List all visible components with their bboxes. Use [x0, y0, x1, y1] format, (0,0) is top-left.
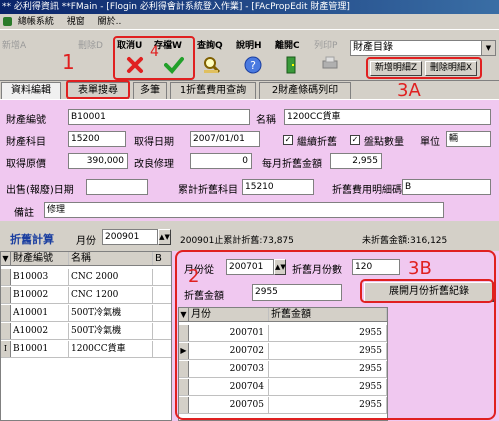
calc-month-input[interactable]: 200901	[102, 229, 158, 245]
note-input[interactable]: 修理	[44, 202, 444, 218]
help-button[interactable]: 說明H	[236, 39, 262, 53]
tab-depreciation-query[interactable]: 1折舊費用查詢	[170, 82, 256, 99]
table-row[interactable]: B10003 CNC 2000	[1, 269, 171, 286]
report-select-value: 財產目錄	[353, 42, 393, 53]
col-asset-no[interactable]: 財產編號	[11, 252, 69, 265]
menu-item-about[interactable]: 關於..	[98, 17, 122, 27]
row-name: 500T冷氣機	[69, 305, 153, 321]
improve-input[interactable]: 0	[190, 153, 252, 169]
row-asset-no: B10002	[11, 287, 69, 303]
col-name[interactable]: 名稱	[69, 252, 153, 265]
asset-no-input[interactable]: B10001	[68, 109, 250, 125]
name-label: 名稱	[256, 115, 276, 126]
annotation-3b: 3B	[408, 258, 432, 279]
table-row[interactable]: B10002 CNC 1200	[1, 287, 171, 304]
count-label: 盤點數量	[364, 137, 404, 148]
table-row[interactable]: I B10001 1200CC貨車	[1, 341, 171, 358]
annotation-box-1	[66, 80, 130, 99]
row-name: 1200CC貨車	[69, 341, 153, 357]
acc-subject-input[interactable]: 15210	[242, 179, 314, 195]
cost-label: 取得原價	[6, 159, 46, 170]
annotation-2: 2	[188, 266, 200, 287]
count-checkbox[interactable]: ✓	[350, 135, 360, 145]
grid-indicator-header: ▼	[1, 252, 11, 265]
app-icon	[3, 17, 12, 26]
menu-bar: 總帳系統 視窗 關於..	[0, 14, 499, 30]
row-name: CNC 2000	[69, 269, 153, 285]
add-button[interactable]: 新增A	[2, 39, 26, 53]
continue-dep-checkbox[interactable]: ✓	[283, 135, 293, 145]
table-row[interactable]: A10001 500T冷氣機	[1, 305, 171, 322]
row-indicator	[1, 305, 11, 321]
row-asset-no: B10001	[11, 341, 69, 357]
tab-barcode-print[interactable]: 2財產條碼列印	[259, 82, 351, 99]
row-indicator	[1, 269, 11, 285]
row-asset-no: B10003	[11, 269, 69, 285]
asset-form: 財產編號 B10001 名稱 1200CC貨車 財產科目 15200 取得日期 …	[0, 99, 499, 221]
annotation-1: 1	[62, 50, 75, 74]
report-select[interactable]: 財產目錄 ▼	[350, 40, 496, 56]
acq-date-label: 取得日期	[134, 137, 174, 148]
subject-input[interactable]: 15200	[68, 131, 126, 147]
acq-date-input[interactable]: 2007/01/01	[190, 131, 260, 147]
exit-button[interactable]: 離開C	[275, 39, 300, 53]
calc-title: 折舊計算	[10, 233, 54, 246]
unit-input[interactable]: 輛	[446, 131, 491, 147]
delete-button[interactable]: 刪除D	[78, 39, 103, 53]
table-row[interactable]: A10002 500T冷氣機	[1, 323, 171, 340]
improve-label: 改良修理	[134, 159, 174, 170]
row-asset-no: A10001	[11, 305, 69, 321]
acc-subject-label: 累計折舊科目	[178, 185, 238, 196]
remain-amount-text: 未折舊金額:316,125	[362, 236, 448, 246]
annotation-box-3b	[360, 279, 494, 303]
calc-month-spinner[interactable]: ▲▼	[158, 229, 171, 245]
annotation-box-2	[175, 250, 496, 420]
row-indicator	[1, 323, 11, 339]
annotation-box-3a	[366, 57, 482, 79]
row-asset-no: A10002	[11, 323, 69, 339]
help-globe-icon[interactable]: ?	[244, 56, 262, 74]
sale-date-input[interactable]	[86, 179, 148, 195]
monthly-label: 每月折舊金額	[262, 159, 322, 170]
menu-item-ledger[interactable]: 總帳系統	[18, 17, 54, 27]
subject-label: 財產科目	[6, 137, 46, 148]
window-title: ** 必利得資訊 **FMain - [Flogin 必利得會計系統登入作業] …	[0, 0, 499, 14]
row-name: CNC 1200	[69, 287, 153, 303]
exit-door-icon[interactable]	[283, 56, 299, 74]
unit-label: 單位	[420, 137, 440, 148]
name-input[interactable]: 1200CC貨車	[284, 109, 491, 125]
asset-grid-header: ▼ 財產編號 名稱 B	[1, 252, 171, 266]
tab-multi[interactable]: 多筆	[133, 82, 167, 99]
annotation-4: 4	[150, 44, 159, 60]
calc-bar: 折舊計算 月份 200901 ▲▼ 200901止累計折舊:73,875 未折舊…	[0, 221, 499, 251]
tab-data-edit[interactable]: 資料編輯	[1, 82, 61, 99]
sale-date-label: 出售(報廢)日期	[6, 185, 74, 196]
svg-text:?: ?	[250, 59, 256, 72]
asset-no-label: 財產編號	[6, 115, 46, 126]
col-extra[interactable]: B	[153, 252, 171, 265]
calc-month-label: 月份	[76, 236, 96, 247]
row-name: 500T冷氣機	[69, 323, 153, 339]
cost-input[interactable]: 390,000	[68, 153, 128, 169]
print-button[interactable]: 列印P	[314, 39, 337, 53]
accum-dep-text: 200901止累計折舊:73,875	[180, 236, 294, 246]
chevron-down-icon[interactable]: ▼	[481, 41, 495, 55]
query-button[interactable]: 查詢Q	[197, 39, 223, 53]
row-indicator: I	[1, 341, 11, 357]
menu-item-window[interactable]: 視窗	[67, 17, 85, 27]
note-label: 備註	[14, 208, 34, 219]
dep-detail-input[interactable]: B	[402, 179, 491, 195]
row-indicator	[1, 287, 11, 303]
query-magnifier-icon[interactable]	[202, 56, 222, 74]
asset-grid: ▼ 財產編號 名稱 B B10003 CNC 2000 B10002 CNC 1…	[0, 251, 172, 421]
dep-detail-label: 折舊費用明細碼	[332, 185, 402, 196]
continue-dep-label: 繼續折舊	[297, 137, 337, 148]
print-icon[interactable]	[322, 56, 338, 70]
monthly-input[interactable]: 2,955	[330, 153, 382, 169]
